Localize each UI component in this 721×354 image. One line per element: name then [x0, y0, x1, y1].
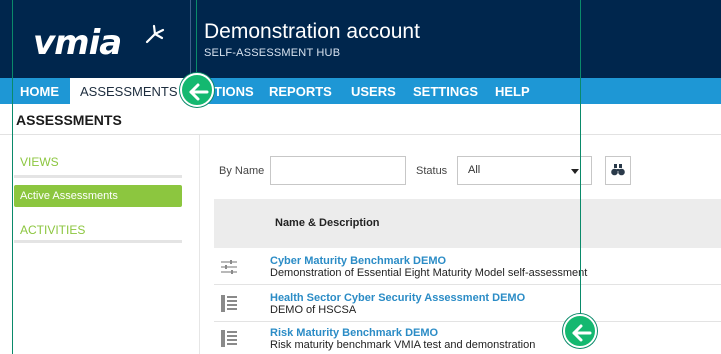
column-header-name-description[interactable]: Name & Description: [275, 217, 380, 229]
app-header: vmia Demonstration account SELF-ASSESSME…: [0, 0, 721, 78]
table-row[interactable]: Risk Maturity Benchmark DEMO Risk maturi…: [214, 321, 721, 354]
nav-settings[interactable]: SETTINGS: [413, 78, 478, 104]
annotation-arrow-nav: [180, 73, 214, 107]
nav-users[interactable]: USERS: [351, 78, 396, 104]
main-nav: HOME ASSESSMENTS TIONS REPORTS USERS SET…: [0, 78, 721, 104]
page-title: ASSESSMENTS: [16, 112, 122, 128]
nav-home[interactable]: HOME: [20, 78, 59, 104]
annotation-line-nav: [196, 0, 197, 72]
table-row[interactable]: Cyber Maturity Benchmark DEMO Demonstrat…: [214, 249, 721, 285]
row-title-link[interactable]: Cyber Maturity Benchmark DEMO: [270, 255, 446, 267]
nav-assessments[interactable]: ASSESSMENTS: [70, 78, 188, 104]
nav-actions[interactable]: TIONS: [214, 78, 254, 104]
status-select[interactable]: All: [457, 156, 592, 185]
account-subtitle: SELF-ASSESSMENT HUB: [204, 47, 341, 59]
by-name-label: By Name: [219, 165, 265, 177]
logo-text: vmia: [33, 23, 122, 63]
binoculars-icon: [611, 164, 625, 176]
table-header: Name & Description: [214, 199, 721, 248]
annotation-line-right: [580, 0, 581, 315]
row-description: Risk maturity benchmark VMIA test and de…: [270, 339, 536, 351]
chevron-down-icon: [571, 169, 579, 174]
list-icon: [221, 330, 237, 347]
row-title-link[interactable]: Risk Maturity Benchmark DEMO: [270, 327, 438, 339]
table-row[interactable]: Health Sector Cyber Security Assessment …: [214, 286, 721, 322]
nav-reports[interactable]: REPORTS: [269, 78, 332, 104]
sidebar-divider: [14, 240, 182, 243]
status-label: Status: [416, 165, 448, 177]
row-description: Demonstration of Essential Eight Maturit…: [270, 267, 588, 279]
account-title: Demonstration account: [204, 20, 420, 43]
name-search-input[interactable]: [270, 156, 406, 185]
nav-help[interactable]: HELP: [495, 78, 530, 104]
logo[interactable]: vmia: [0, 0, 190, 78]
annotation-arrow-row: [563, 314, 597, 348]
sidebar-item-active-assessments[interactable]: Active Assessments: [14, 185, 182, 207]
content-divider: [199, 135, 200, 354]
sidebar-header-views: VIEWS: [20, 155, 59, 169]
title-divider: [0, 134, 721, 135]
annotation-line-left: [12, 0, 13, 354]
arrow-left-icon: [189, 83, 209, 101]
sidebar-header-activities: ACTIVITIES: [20, 223, 86, 237]
logo-spark-icon: [145, 24, 165, 44]
sliders-icon: [221, 260, 237, 274]
search-button[interactable]: [605, 156, 631, 185]
list-icon: [221, 295, 237, 312]
status-select-value: All: [468, 164, 481, 176]
sidebar-divider: [14, 175, 182, 178]
arrow-left-icon: [572, 324, 592, 342]
header-divider: [190, 0, 191, 78]
row-description: DEMO of HSCSA: [270, 304, 357, 316]
row-title-link[interactable]: Health Sector Cyber Security Assessment …: [270, 292, 525, 304]
